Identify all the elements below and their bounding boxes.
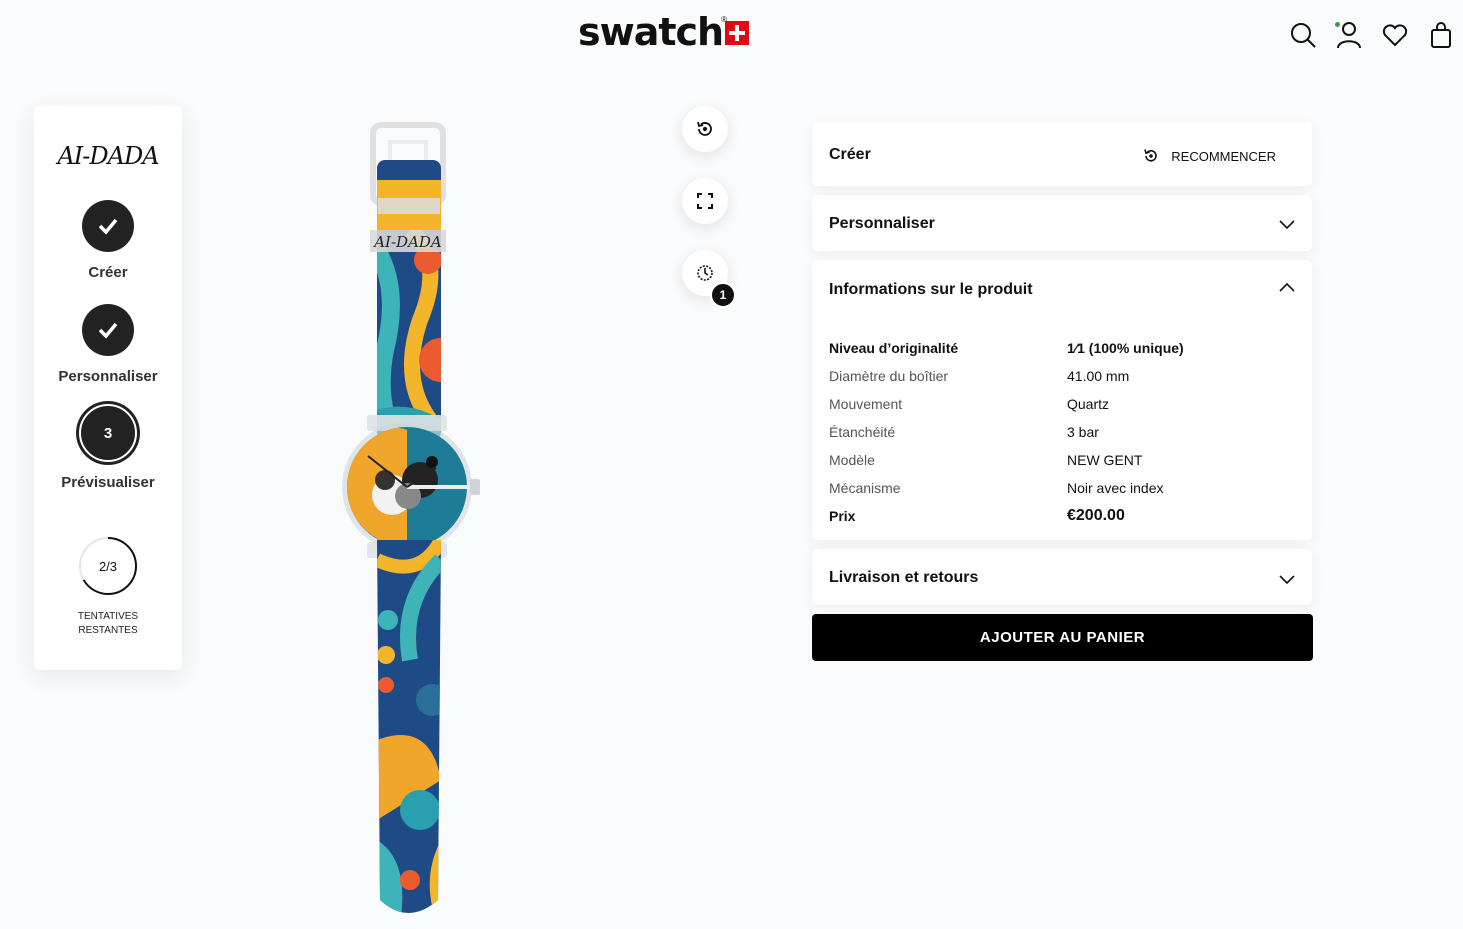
step-create[interactable]: Créer	[34, 200, 182, 281]
panel-title: Créer	[829, 146, 871, 163]
add-to-cart-button[interactable]: AJOUTER AU PANIER	[812, 614, 1313, 661]
registered-mark: ®	[721, 15, 728, 24]
header-actions	[1289, 20, 1455, 50]
info-value: 3 bar	[1067, 424, 1099, 440]
check-icon	[82, 304, 134, 356]
info-row: Modèle NEW GENT	[829, 446, 1299, 474]
info-value: Quartz	[1067, 396, 1110, 412]
step-customize[interactable]: Personnaliser	[34, 304, 182, 385]
history-icon[interactable]: 1	[682, 250, 736, 308]
attempts-count: 2/3	[98, 558, 118, 574]
swatch-logo[interactable]: swatch ®	[578, 10, 750, 54]
attempts-progress-ring: 2/3	[78, 536, 138, 596]
restart-label: RECOMMENCER	[1171, 148, 1276, 164]
fullscreen-icon[interactable]	[682, 178, 728, 224]
step-label: Prévisualiser	[61, 474, 155, 491]
product-info-table: Niveau d’originalité 1⁄1 (100% unique) D…	[829, 334, 1299, 530]
online-status-dot	[1335, 22, 1340, 27]
watch-preview-image: AI-DADA	[342, 122, 480, 913]
check-icon	[82, 200, 134, 252]
bag-icon[interactable]	[1427, 20, 1455, 50]
info-value: 1⁄1 (100% unique)	[1067, 340, 1184, 356]
step-label: Personnaliser	[58, 368, 158, 385]
restart-button[interactable]: RECOMMENCER	[1143, 148, 1276, 164]
panel-title: Livraison et retours	[829, 569, 979, 586]
info-value: Noir avec index	[1067, 480, 1164, 496]
attempts-label: TENTATIVES RESTANTES	[77, 611, 139, 636]
swiss-cross-icon: ®	[721, 15, 750, 45]
rotate-icon[interactable]	[682, 106, 728, 152]
panel-shipping[interactable]: Livraison et retours	[812, 549, 1312, 605]
info-key: Étanchéité	[829, 424, 896, 440]
info-row: Étanchéité 3 bar	[829, 418, 1299, 446]
chevron-down-icon	[1279, 575, 1295, 585]
info-row: Niveau d’originalité 1⁄1 (100% unique)	[829, 334, 1299, 362]
info-key: Modèle	[829, 452, 875, 468]
info-value: 41.00 mm	[1067, 368, 1130, 384]
info-key: Mouvement	[829, 396, 903, 412]
restart-icon	[1144, 149, 1157, 162]
info-row: Mécanisme Noir avec index	[829, 474, 1299, 502]
info-row: Mouvement Quartz	[829, 390, 1299, 418]
step-preview[interactable]: 3 Prévisualiser	[34, 404, 182, 491]
steps-sidebar: AI-DADA Créer Personnaliser 3 Prévisuali…	[34, 106, 182, 670]
chevron-down-icon	[1279, 220, 1295, 230]
step-number: 3	[79, 404, 137, 462]
info-key: Mécanisme	[829, 480, 901, 496]
panel-create: Créer RECOMMENCER	[812, 122, 1312, 186]
step-label: Créer	[88, 264, 128, 281]
info-value: NEW GENT	[1067, 452, 1143, 468]
wishlist-icon[interactable]	[1381, 20, 1409, 50]
chevron-up-icon[interactable]	[1278, 279, 1296, 297]
search-icon[interactable]	[1289, 20, 1317, 50]
history-count-badge: 1	[710, 282, 736, 308]
strap-brand-label: AI-DADA	[372, 233, 442, 251]
panel-title[interactable]: Informations sur le produit	[829, 281, 1033, 299]
info-key: Diamètre du boîtier	[829, 368, 949, 384]
ai-dada-logo: AI-DADA	[57, 142, 159, 170]
panel-title: Personnaliser	[829, 215, 935, 232]
logo-text: swatch	[578, 10, 724, 54]
price-label: Prix	[829, 508, 856, 524]
account-icon[interactable]	[1335, 20, 1363, 50]
price-row: Prix €200.00	[829, 502, 1299, 530]
info-key: Niveau d’originalité	[829, 340, 959, 356]
panel-customize[interactable]: Personnaliser	[812, 195, 1312, 251]
price-value: €200.00	[1067, 507, 1125, 524]
info-row: Diamètre du boîtier 41.00 mm	[829, 362, 1299, 390]
panel-product-info: Informations sur le produit Niveau d’ori…	[812, 260, 1312, 540]
